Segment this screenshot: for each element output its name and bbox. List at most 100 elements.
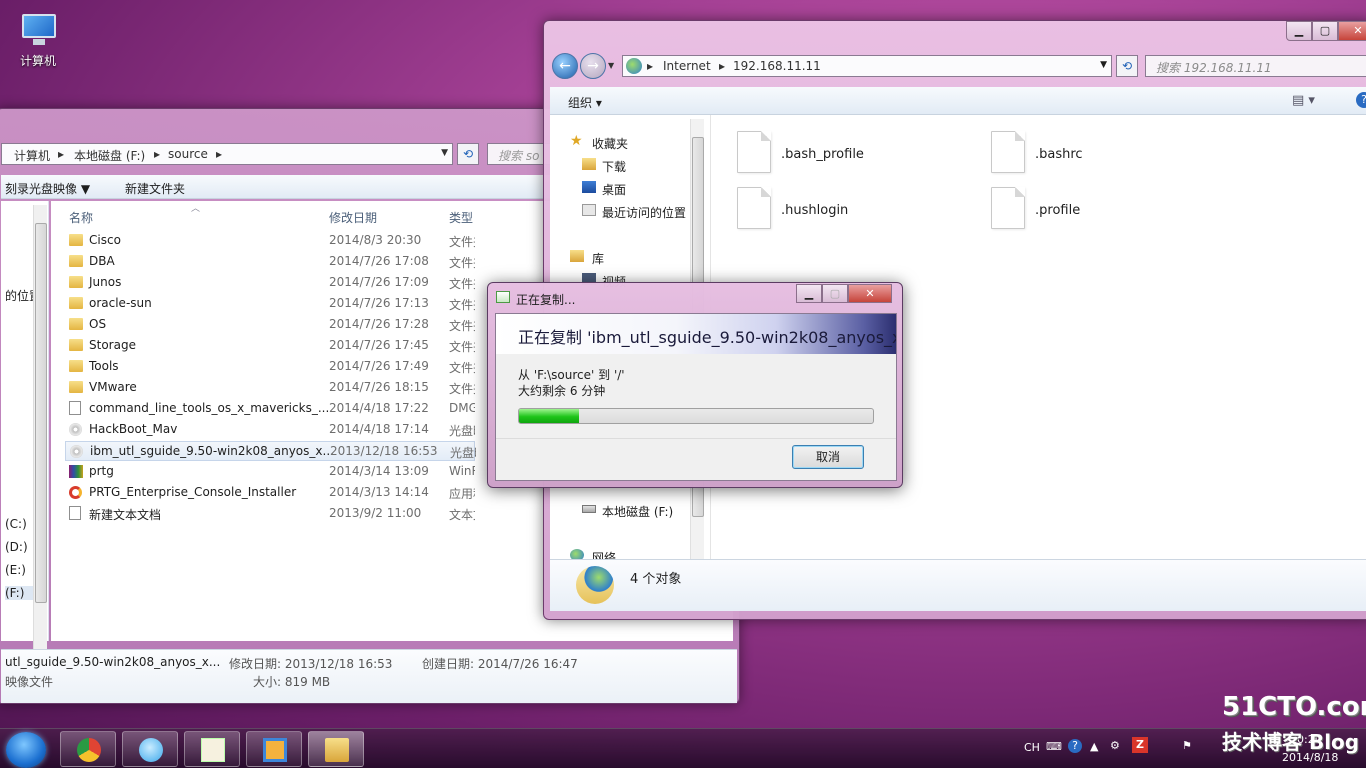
scrollbar-thumb[interactable] [35,223,47,603]
breadcrumb-host[interactable]: 192.168.11.11 [733,59,821,73]
minimize-button[interactable]: ▁ [1286,21,1312,41]
breadcrumb-sep-icon[interactable]: ▸ [154,147,160,161]
file-item[interactable]: .bashrc [1035,147,1083,162]
address-bar[interactable]: ▸ Internet ▸ 192.168.11.11 ▼ [622,55,1112,77]
computer-desktop-icon[interactable]: 计算机 [8,8,68,78]
details-modified: 修改日期: 2013/12/18 16:53 [229,657,393,671]
table-row[interactable]: Tools 2014/7/26 17:49 文件夹 [65,357,475,377]
nav-item-libraries[interactable]: 库 [592,250,604,267]
address-bar[interactable]: 计算机 ▸ 本地磁盘 (F:) ▸ source ▸ ▼ [1,143,453,165]
file-name: PRTG_Enterprise_Console_Installer [89,485,297,499]
refresh-icon[interactable]: ⟲ [457,143,479,165]
table-row[interactable]: HackBoot_Mav 2014/4/18 17:14 光盘映 [65,420,475,440]
back-arrow-icon[interactable]: ← [552,53,578,79]
language-indicator[interactable]: CH [1024,741,1040,754]
file-name: Storage [89,338,136,352]
nav-scrollbar[interactable] [33,205,47,649]
tray-arrow-icon[interactable]: ▲ [1090,740,1098,753]
minimize-button[interactable]: ▁ [796,284,822,303]
flag-icon[interactable]: ⚑ [1182,739,1192,752]
taskbar-app-button[interactable] [184,731,240,767]
table-row[interactable]: OS 2014/7/26 17:28 文件夹 [65,315,475,335]
desktop-icon-label: 计算机 [19,54,56,68]
folder-icon [69,276,83,288]
nav-item-downloads[interactable]: 下载 [602,158,626,175]
file-name: OS [89,317,107,331]
table-row[interactable]: prtg 2014/3/14 13:09 WinRA [65,462,475,482]
table-row[interactable]: Cisco 2014/8/3 20:30 文件夹 [65,231,475,251]
breadcrumb-internet[interactable]: Internet [663,59,711,73]
details-kind: 映像文件 [5,675,54,689]
breadcrumb-drive-f[interactable]: 本地磁盘 (F:) [74,147,145,164]
file-date: 2014/7/26 17:13 [329,296,429,310]
file-type: 文件夹 [449,235,475,249]
breadcrumb-sep-icon[interactable]: ▸ [647,59,653,73]
table-row[interactable]: oracle-sun 2014/7/26 17:13 文件夹 [65,294,475,314]
file-type: 文件夹 [449,382,475,396]
breadcrumb-sep-icon[interactable]: ▸ [719,59,725,73]
history-dropdown-icon[interactable]: ▼ [608,61,614,70]
copy-heading: 正在复制 'ibm_utl_sguide_9.50-win2k08_anyos_… [518,328,896,347]
close-button[interactable]: ✕ [1338,21,1366,41]
nav-item-favorites[interactable]: 收藏夹 [592,135,628,152]
cancel-button[interactable]: 取消 [792,445,864,469]
file-item[interactable]: .hushlogin [781,203,848,218]
table-row[interactable]: ibm_utl_sguide_9.50-win2k08_anyos_x... 20… [65,441,476,461]
nav-item-drive-d[interactable]: (D:) [5,540,28,554]
z-app-icon[interactable]: Z [1132,737,1148,753]
start-button[interactable] [6,732,46,768]
nav-item-drive-e[interactable]: (E:) [5,563,26,577]
table-row[interactable]: PRTG_Enterprise_Console_Installer 2014/3/… [65,483,475,503]
nav-item-recent[interactable]: 最近访问的位置 [602,204,686,221]
taskbar-qq-button[interactable] [122,731,178,767]
forward-arrow-icon[interactable]: → [580,53,606,79]
file-item[interactable]: .bash_profile [781,147,864,162]
taskbar-chrome-button[interactable] [60,731,116,767]
refresh-icon[interactable]: ⟲ [1116,55,1138,77]
help-icon[interactable]: ? [1068,739,1082,753]
breadcrumb-computer[interactable]: 计算机 [14,147,50,164]
table-row[interactable]: VMware 2014/7/26 18:15 文件夹 [65,378,475,398]
nav-item-desktop[interactable]: 桌面 [602,181,626,198]
taskbar-explorer-button[interactable] [308,731,364,767]
close-button[interactable]: ✕ [848,284,892,303]
taskbar-vmware-button[interactable] [246,731,302,767]
keyboard-icon[interactable]: ⌨ [1046,740,1062,753]
folder-icon [69,381,83,393]
nav-item-drive-c[interactable]: (C:) [5,517,27,531]
maximize-button[interactable]: ▢ [1312,21,1338,41]
file-icon[interactable] [737,187,771,229]
column-header-name[interactable]: 名称 [69,209,93,226]
file-icon[interactable] [737,131,771,173]
file-icon[interactable] [991,187,1025,229]
file-date: 2014/4/18 17:22 [329,401,429,415]
table-row[interactable]: 新建文本文档 2013/9/2 11:00 文本文档 [65,504,475,524]
view-options-icon[interactable]: ▤ ▾ [1292,93,1315,108]
help-icon[interactable]: ? [1356,92,1366,108]
burn-image-button[interactable]: 刻录光盘映像 ▼ [5,180,90,197]
chevron-down-icon[interactable]: ▼ [441,148,448,158]
library-icon [570,250,584,262]
column-header-type[interactable]: 类型 [449,209,473,226]
copy-progress-dialog: 正在复制... ▁ ▢ ✕ 正在复制 'ibm_utl_sguide_9.50-… [487,282,903,488]
file-item[interactable]: .profile [1035,203,1080,218]
table-row[interactable]: DBA 2014/7/26 17:08 文件夹 [65,252,475,272]
search-input[interactable]: 搜索 192.168.11.11 [1145,55,1366,77]
new-folder-button[interactable]: 新建文件夹 [125,180,185,197]
breadcrumb-source[interactable]: source [168,147,208,161]
folder-icon [325,738,349,762]
vm-icon [263,738,287,762]
tray-app-icon[interactable]: ⚙ [1110,739,1120,752]
breadcrumb-sep-icon[interactable]: ▸ [58,147,64,161]
file-icon[interactable] [991,131,1025,173]
table-row[interactable]: Junos 2014/7/26 17:09 文件夹 [65,273,475,293]
breadcrumb-sep-icon[interactable]: ▸ [216,147,222,161]
table-row[interactable]: Storage 2014/7/26 17:45 文件夹 [65,336,475,356]
file-type: 文件夹 [449,361,475,375]
folder-icon [69,339,83,351]
organize-button[interactable]: 组织 ▾ [568,94,602,111]
nav-item-drive-f[interactable]: 本地磁盘 (F:) [602,503,673,520]
table-row[interactable]: command_line_tools_os_x_mavericks_... 201… [65,399,475,419]
column-header-date[interactable]: 修改日期 [329,209,377,226]
chevron-down-icon[interactable]: ▼ [1100,60,1107,70]
